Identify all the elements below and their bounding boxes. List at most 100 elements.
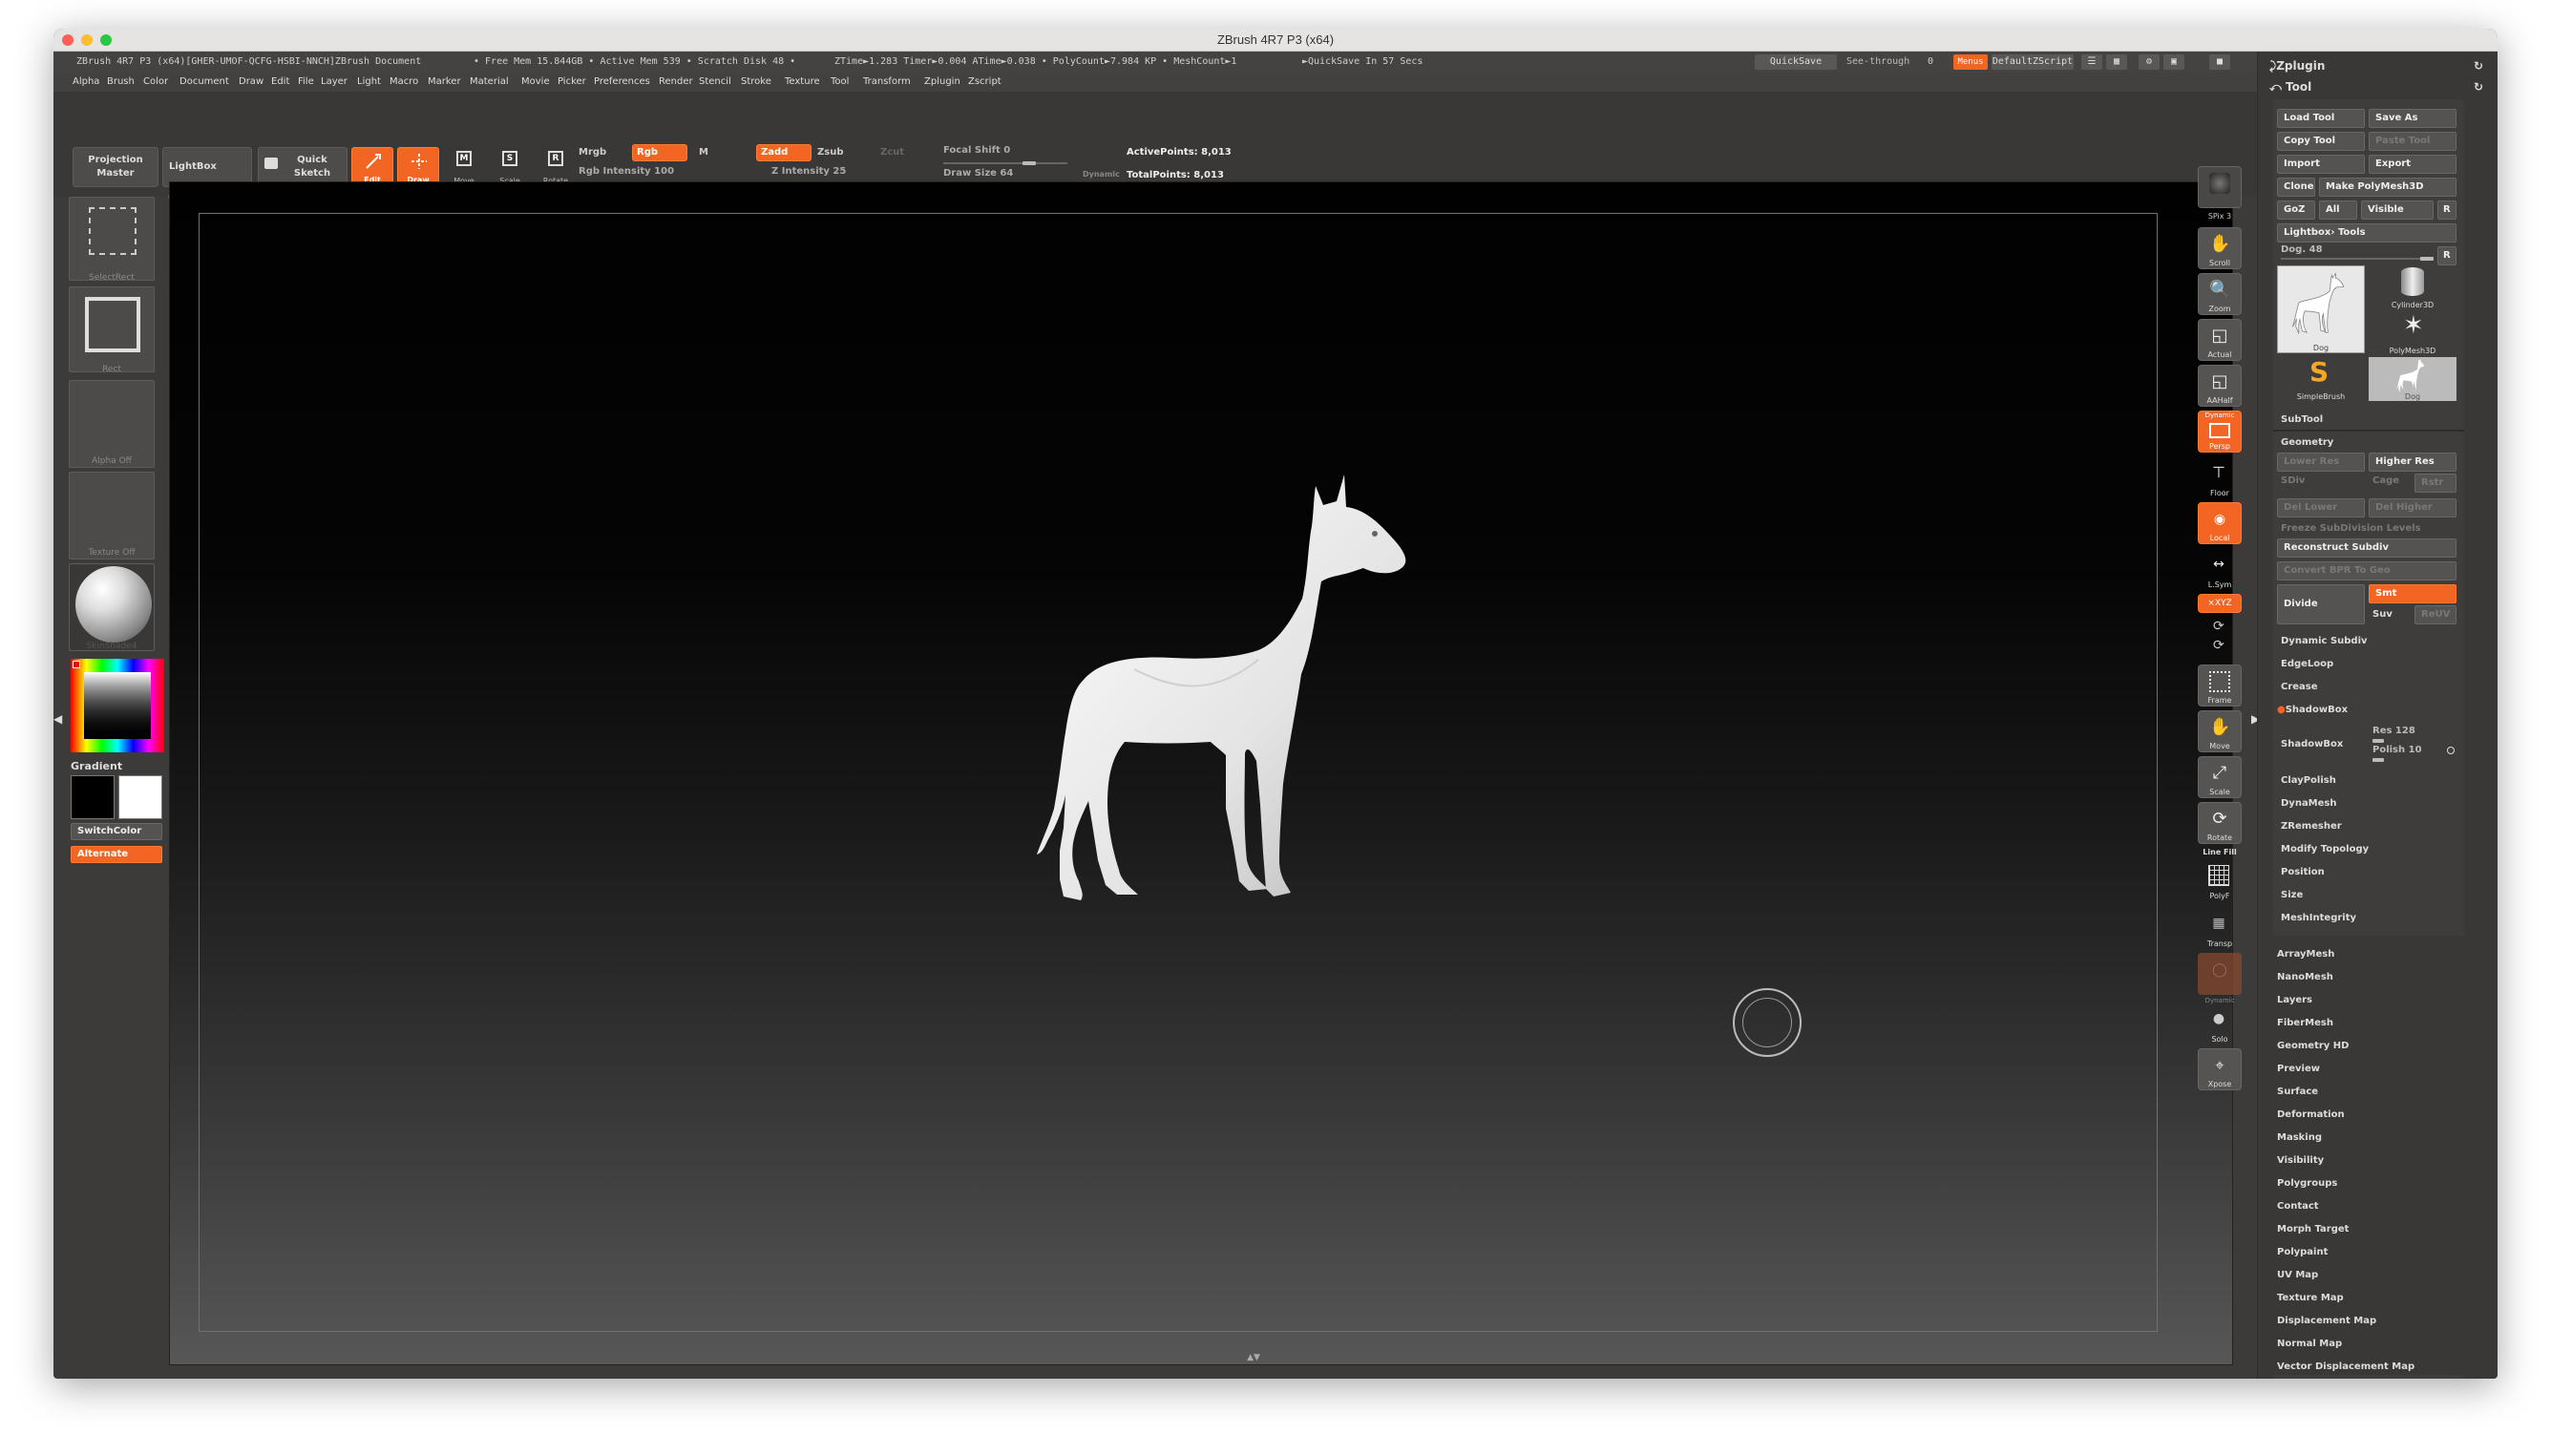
contact-item[interactable]: Contact: [2277, 1201, 2319, 1212]
primary-color-swatch[interactable]: [71, 775, 115, 819]
dog-slider-knob[interactable]: [2420, 257, 2434, 261]
position-header[interactable]: Position: [2281, 867, 2325, 877]
smt-button[interactable]: Smt: [2369, 584, 2456, 603]
transp-button[interactable]: ▦ Transp: [2198, 907, 2242, 949]
xpose-button[interactable]: ⌖ Xpose: [2198, 1048, 2242, 1090]
thumb-dog-2[interactable]: Dog: [2369, 357, 2456, 401]
thumb-dog[interactable]: Dog: [2277, 265, 2365, 353]
load-tool-button[interactable]: Load Tool: [2277, 109, 2365, 128]
menu-file[interactable]: File: [298, 76, 314, 87]
persp-button[interactable]: Dynamic Persp: [2198, 411, 2242, 453]
subtool-header[interactable]: SubTool: [2281, 414, 2323, 425]
save-as-button[interactable]: Save As: [2369, 109, 2456, 128]
rotate-axis-2-icon[interactable]: ⟳: [2213, 638, 2224, 653]
settings-icon[interactable]: ⚙: [2139, 54, 2160, 70]
texture-button[interactable]: [69, 472, 155, 559]
sdiv-slider[interactable]: SDiv: [2281, 475, 2305, 486]
menu-picker[interactable]: Picker: [558, 76, 586, 87]
xyz-button[interactable]: ×XYZ: [2198, 594, 2242, 613]
polish-knob[interactable]: [2372, 758, 2384, 762]
quicksave-button[interactable]: QuickSave: [1755, 54, 1837, 70]
scale-view-button[interactable]: ⤢ Scale: [2198, 756, 2242, 798]
menu-color[interactable]: Color: [143, 76, 168, 87]
tool-header[interactable]: ⤺ Tool: [2269, 80, 2311, 95]
zplugin-refresh-icon[interactable]: ↻: [2474, 59, 2483, 73]
copy-tool-button[interactable]: Copy Tool: [2277, 132, 2365, 151]
deformation-item[interactable]: Deformation: [2277, 1109, 2345, 1120]
dynamic-toggle[interactable]: Dynamic: [1083, 170, 1120, 179]
dog-r-button[interactable]: R: [2437, 246, 2456, 265]
menu-stroke[interactable]: Stroke: [741, 76, 771, 87]
dog-tool-slider[interactable]: Dog. 48: [2281, 244, 2323, 255]
ghost-button[interactable]: ◯: [2198, 953, 2242, 995]
focal-shift-slider[interactable]: Focal Shift 0: [943, 145, 1010, 156]
polish-slider[interactable]: Polish 10: [2372, 745, 2422, 755]
rotate-axis-icon[interactable]: ⟳: [2213, 619, 2224, 634]
dynamesh-header[interactable]: DynaMesh: [2281, 798, 2337, 809]
menu-zscript[interactable]: Zscript: [968, 76, 1001, 87]
polyf-button[interactable]: PolyF: [2198, 859, 2242, 901]
menu-macro[interactable]: Macro: [390, 76, 418, 87]
higher-res-button[interactable]: Higher Res: [2369, 453, 2456, 472]
rstr-button[interactable]: Rstr: [2414, 474, 2456, 493]
uv-map-item[interactable]: UV Map: [2277, 1270, 2318, 1280]
palette-icon[interactable]: ▦: [2106, 54, 2127, 70]
arraymesh-item[interactable]: ArrayMesh: [2277, 949, 2334, 960]
modify-topology-header[interactable]: Modify Topology: [2281, 844, 2369, 855]
menu-texture[interactable]: Texture: [785, 76, 820, 87]
convert-bpr-button[interactable]: Convert BPR To Geo: [2277, 561, 2456, 580]
local-button[interactable]: ◉ Local: [2198, 502, 2242, 544]
rect-button[interactable]: [69, 286, 155, 372]
masking-item[interactable]: Masking: [2277, 1132, 2322, 1143]
dynamic-subdiv-header[interactable]: Dynamic Subdiv: [2281, 636, 2368, 646]
solo-button[interactable]: ● Solo: [2198, 1002, 2242, 1045]
vector-displacement-map-item[interactable]: Vector Displacement Map: [2277, 1361, 2414, 1372]
left-tray-arrow-icon[interactable]: ◀: [53, 712, 62, 750]
r-button[interactable]: R: [2437, 200, 2456, 220]
zsub-button[interactable]: Zsub: [817, 147, 843, 158]
menu-zplugin[interactable]: Zplugin: [924, 76, 960, 87]
visible-button[interactable]: Visible: [2361, 200, 2434, 220]
menu-document[interactable]: Document: [179, 76, 229, 87]
make-polymesh-button[interactable]: Make PolyMesh3D: [2319, 178, 2456, 197]
del-higher-button[interactable]: Del Higher: [2369, 498, 2456, 517]
import-button[interactable]: Import: [2277, 155, 2365, 174]
menu-render[interactable]: Render: [659, 76, 693, 87]
zplugin-header[interactable]: ⤸Zplugin: [2269, 59, 2325, 74]
window-icon[interactable]: ▣: [2163, 54, 2184, 70]
claypolish-header[interactable]: ClayPolish: [2281, 775, 2336, 786]
color-picker[interactable]: [71, 659, 164, 752]
selectrect-button[interactable]: [69, 197, 155, 281]
morph-target-item[interactable]: Morph Target: [2277, 1224, 2349, 1234]
export-button[interactable]: Export: [2369, 155, 2456, 174]
bottom-tray-arrow-icon[interactable]: ▲▼: [1220, 1353, 1287, 1362]
menu-alpha[interactable]: Alpha: [73, 76, 99, 87]
divide-button[interactable]: Divide: [2277, 584, 2365, 624]
tool-refresh-icon[interactable]: ↻: [2474, 80, 2483, 94]
spix-slider[interactable]: SPix 3: [2198, 212, 2242, 221]
zremesher-header[interactable]: ZRemesher: [2281, 821, 2342, 832]
layout-icon[interactable]: ☰: [2081, 54, 2102, 70]
thumb-cylinder[interactable]: Cylinder3D: [2369, 265, 2456, 309]
clone-button[interactable]: Clone: [2277, 178, 2315, 197]
displacement-map-item[interactable]: Displacement Map: [2277, 1316, 2376, 1326]
paste-tool-button[interactable]: Paste Tool: [2369, 132, 2456, 151]
draw-size-slider[interactable]: Draw Size 64: [943, 168, 1013, 179]
zadd-button[interactable]: Zadd: [756, 144, 812, 161]
menu-layer[interactable]: Layer: [321, 76, 348, 87]
size-header[interactable]: Size: [2281, 890, 2303, 900]
visibility-item[interactable]: Visibility: [2277, 1155, 2324, 1166]
crease-header[interactable]: Crease: [2281, 682, 2318, 692]
menu-preferences[interactable]: Preferences: [594, 76, 650, 87]
layers-item[interactable]: Layers: [2277, 995, 2312, 1005]
reuv-button[interactable]: ReUV: [2414, 605, 2456, 624]
suv-button[interactable]: Suv: [2372, 609, 2393, 620]
lsym-button[interactable]: ↔ L.Sym: [2198, 548, 2242, 590]
del-lower-button[interactable]: Del Lower: [2277, 498, 2365, 517]
m-button[interactable]: M: [699, 147, 708, 158]
preview-item[interactable]: Preview: [2277, 1064, 2320, 1074]
document-canvas[interactable]: ▲▼: [169, 181, 2233, 1365]
menu-tool[interactable]: Tool: [831, 76, 849, 87]
fibermesh-item[interactable]: FiberMesh: [2277, 1018, 2333, 1028]
normal-map-item[interactable]: Normal Map: [2277, 1339, 2342, 1349]
